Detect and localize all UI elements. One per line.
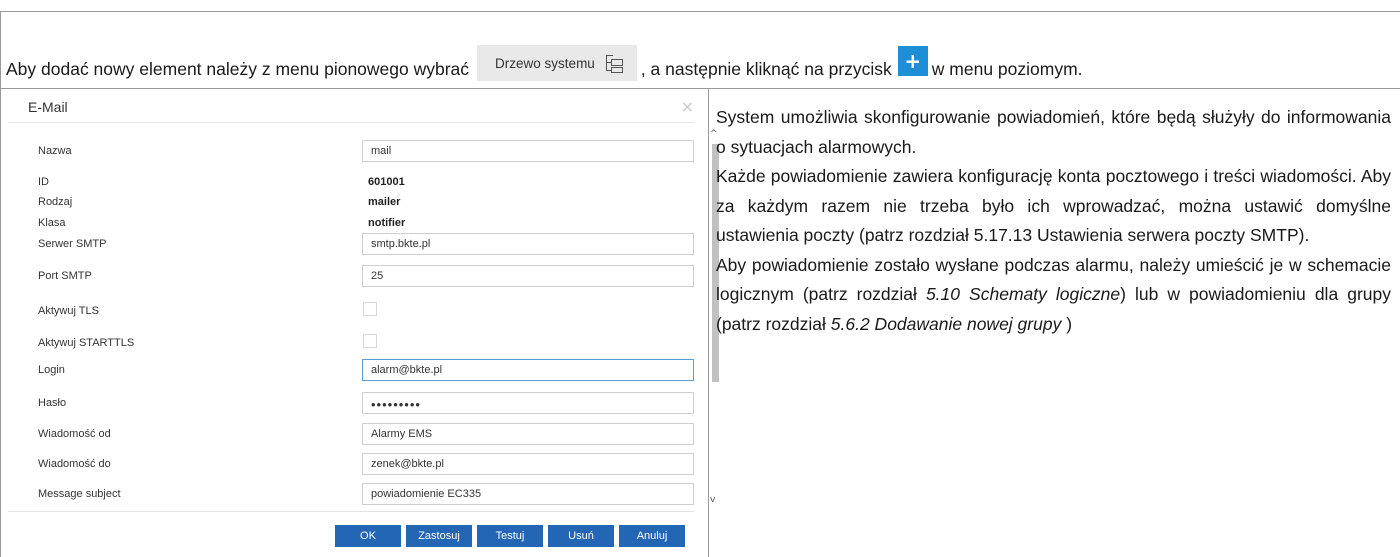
kind-label: Rodzaj: [38, 196, 73, 208]
starttls-checkbox[interactable]: [363, 334, 377, 348]
scroll-down-icon[interactable]: v: [710, 495, 715, 505]
smtp-port-input[interactable]: [362, 265, 694, 287]
add-button-icon[interactable]: +: [897, 46, 928, 76]
description: System umożliwia skonfigurowanie powiado…: [716, 103, 1391, 339]
password-input[interactable]: [362, 392, 694, 414]
to-input[interactable]: [362, 453, 694, 475]
field-to: Wiadomość do: [20, 453, 694, 477]
dialog-button-bar: OK Zastosuj Testuj Usuń Anuluj: [335, 525, 685, 547]
smtp-server-label: Serwer SMTP: [38, 238, 107, 250]
close-icon[interactable]: ×: [681, 97, 694, 116]
tls-label: Aktywuj TLS: [38, 305, 99, 317]
apply-button[interactable]: Zastosuj: [406, 525, 472, 547]
intro-text: Aby dodać nowy element należy z menu pio…: [6, 45, 1083, 87]
subject-label: Message subject: [38, 488, 121, 500]
dialog-body: Nazwa ID 601001 Rodzaj mailer Klasa noti…: [20, 129, 704, 509]
from-input[interactable]: [362, 423, 694, 445]
smtp-server-input[interactable]: [362, 233, 694, 255]
delete-button[interactable]: Usuń: [548, 525, 614, 547]
email-dialog: E-Mail × Nazwa ID 601001 Rodzaj mailer K…: [8, 97, 719, 547]
field-login: Login: [20, 359, 694, 383]
field-smtp-server: Serwer SMTP: [20, 233, 694, 257]
smtp-port-label: Port SMTP: [38, 270, 92, 282]
description-paragraph-2: Każde powiadomienie zawiera konfigurację…: [716, 166, 1391, 245]
password-label: Hasło: [38, 397, 67, 409]
field-smtp-port: Port SMTP: [20, 265, 694, 289]
login-label: Login: [38, 364, 65, 376]
dialog-header-divider: [8, 122, 694, 123]
class-label: Klasa: [38, 217, 66, 229]
intro-text-before: Aby dodać nowy element należy z menu pio…: [6, 58, 470, 79]
to-label: Wiadomość do: [38, 458, 111, 470]
login-input[interactable]: [362, 359, 694, 381]
id-value: 601001: [368, 176, 405, 188]
field-tls: Aktywuj TLS: [20, 300, 660, 324]
cancel-button[interactable]: Anuluj: [619, 525, 685, 547]
name-input[interactable]: [362, 140, 694, 162]
field-subject: Message subject: [20, 483, 694, 507]
class-value: notifier: [368, 217, 406, 229]
intro-row: Aby dodać nowy element należy z menu pio…: [0, 11, 1400, 89]
test-button[interactable]: Testuj: [477, 525, 543, 547]
tls-checkbox[interactable]: [363, 302, 377, 316]
intro-text-after: w menu poziomym.: [931, 58, 1083, 79]
dialog-title: E-Mail: [28, 99, 68, 115]
field-from: Wiadomość od: [20, 423, 694, 447]
subject-input[interactable]: [362, 483, 694, 505]
kind-value: mailer: [368, 196, 401, 208]
add-group-reference: 5.6.2 Dodawanie nowej grupy: [830, 313, 1062, 334]
description-p3-c: ): [1061, 313, 1073, 334]
logic-schemes-reference: 5.10 Schematy logiczne: [925, 284, 1121, 304]
starttls-label: Aktywuj STARTTLS: [38, 337, 135, 349]
field-starttls: Aktywuj STARTTLS: [20, 332, 660, 356]
dialog-footer-divider: [8, 511, 694, 512]
field-password: Hasło: [20, 392, 694, 416]
from-label: Wiadomość od: [38, 428, 111, 440]
description-paragraph-3: Aby powiadomienie zostało wysłane podcza…: [716, 251, 1391, 340]
name-label: Nazwa: [38, 145, 72, 157]
intro-text-middle: , a następnie kliknąć na przycisk: [640, 58, 892, 79]
id-label: ID: [38, 176, 49, 188]
ok-button[interactable]: OK: [335, 525, 401, 547]
description-paragraph-1: System umożliwia skonfigurowanie powiado…: [716, 107, 1391, 157]
tree-icon: [605, 54, 623, 73]
system-tree-button[interactable]: Drzewo systemu: [477, 45, 637, 81]
column-divider: [708, 89, 709, 557]
system-tree-label: Drzewo systemu: [495, 55, 595, 71]
field-name: Nazwa: [20, 140, 694, 164]
